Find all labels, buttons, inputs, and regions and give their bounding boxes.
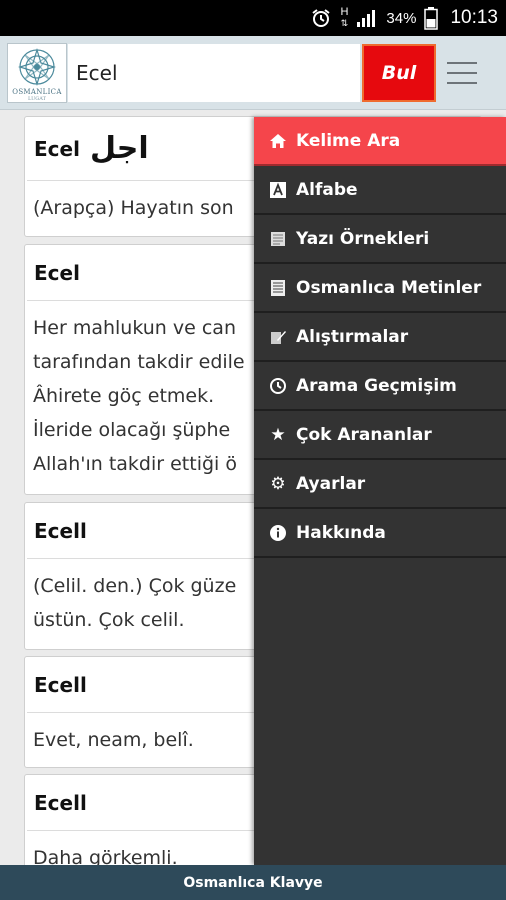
- document-icon: [268, 229, 288, 249]
- signal-icon: [356, 8, 378, 28]
- navigation-drawer: Kelime Ara Alfabe Yazı Örnekleri Osmanlı…: [254, 117, 506, 865]
- battery-icon: [424, 6, 439, 30]
- drawer-item-label: Alfabe: [296, 179, 358, 200]
- network-type-label: H: [340, 6, 349, 18]
- home-icon: [268, 131, 288, 151]
- search-button[interactable]: Bul: [362, 44, 436, 102]
- info-icon: [268, 523, 288, 543]
- drawer-item-label: Arama Geçmişim: [296, 375, 457, 396]
- drawer-item-label: Çok Arananlar: [296, 424, 432, 445]
- drawer-item-cok-arananlar[interactable]: ★ Çok Arananlar: [254, 411, 506, 460]
- app-logo[interactable]: OSMANLICA LUGAT: [7, 43, 67, 103]
- alarm-icon: [310, 7, 332, 29]
- result-arabic-word: اجل: [89, 131, 149, 166]
- history-clock-icon: [268, 376, 288, 396]
- result-word: Ecel: [34, 260, 80, 285]
- data-network-icon: H ⇅: [340, 6, 349, 29]
- drawer-item-label: Osmanlıca Metinler: [296, 277, 482, 298]
- drawer-item-label: Kelime Ara: [296, 130, 401, 151]
- logo-text: OSMANLICA: [12, 88, 62, 96]
- text-document-icon: [268, 278, 288, 298]
- alphabet-icon: [268, 180, 288, 200]
- drawer-item-label: Alıştırmalar: [296, 326, 409, 347]
- result-word: Ecell: [34, 672, 87, 697]
- status-bar: H ⇅ 34% 10:13: [0, 0, 506, 36]
- logo-subtext: LUGAT: [28, 96, 46, 102]
- drawer-item-ayarlar[interactable]: ⚙ Ayarlar: [254, 460, 506, 509]
- result-word: Ecell: [34, 790, 87, 815]
- keyboard-bar-label: Osmanlıca Klavye: [183, 874, 323, 891]
- clock: 10:13: [450, 7, 498, 28]
- drawer-item-alistirmalar[interactable]: Alıştırmalar: [254, 313, 506, 362]
- keyboard-bar[interactable]: Osmanlıca Klavye: [0, 865, 506, 900]
- exercise-icon: [268, 327, 288, 347]
- result-word: Ecell: [34, 518, 87, 543]
- drawer-item-hakkinda[interactable]: Hakkında: [254, 509, 506, 558]
- drawer-item-yazi-ornekleri[interactable]: Yazı Örnekleri: [254, 215, 506, 264]
- drawer-item-label: Ayarlar: [296, 473, 366, 494]
- search-input[interactable]: [68, 44, 360, 102]
- star-icon: ★: [270, 424, 286, 445]
- drawer-item-alfabe[interactable]: Alfabe: [254, 166, 506, 215]
- drawer-item-label: Hakkında: [296, 522, 386, 543]
- drawer-item-label: Yazı Örnekleri: [296, 228, 430, 249]
- hamburger-menu-icon[interactable]: [442, 57, 482, 89]
- battery-percent: 34%: [386, 9, 417, 27]
- gear-icon: ⚙: [270, 473, 286, 494]
- search-header: OSMANLICA LUGAT Bul: [0, 36, 506, 110]
- drawer-item-kelime-ara[interactable]: Kelime Ara: [254, 117, 506, 166]
- status-bar-icons: H ⇅ 34% 10:13: [310, 0, 498, 36]
- drawer-item-arama-gecmisim[interactable]: Arama Geçmişim: [254, 362, 506, 411]
- drawer-item-osmanlica-metinler[interactable]: Osmanlıca Metinler: [254, 264, 506, 313]
- result-word: Ecel: [34, 136, 80, 161]
- ornament-icon: [17, 47, 57, 87]
